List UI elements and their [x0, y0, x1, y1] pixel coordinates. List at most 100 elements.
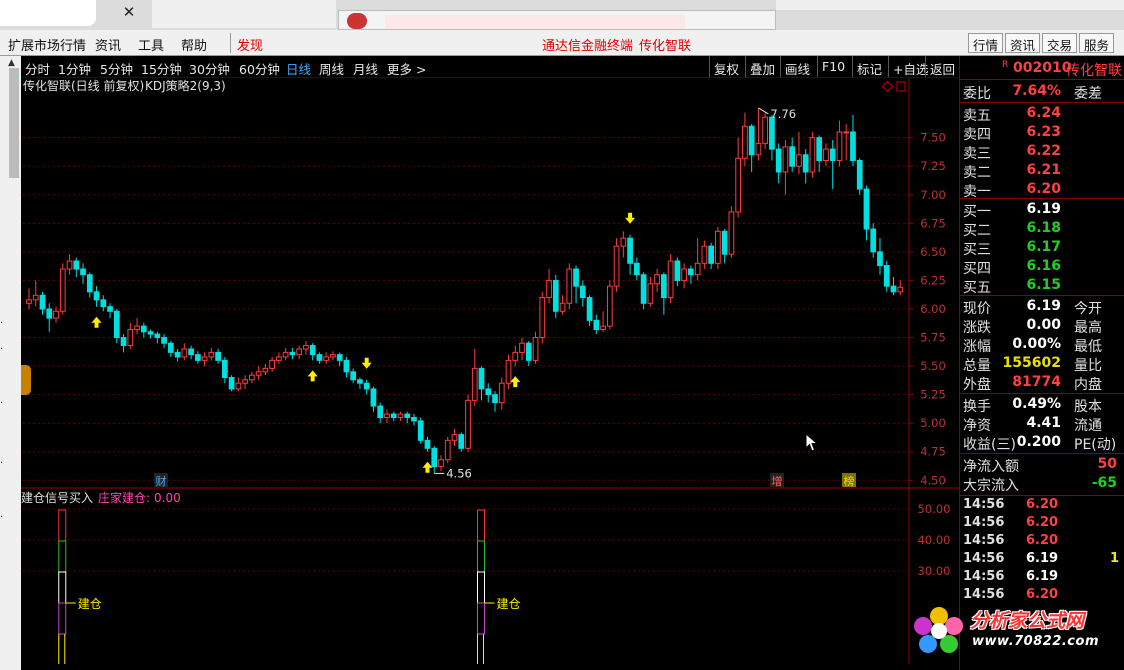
stat-label: 涨幅	[963, 339, 991, 355]
candle-body	[519, 342, 525, 353]
chart-tool-6[interactable]: 返回	[925, 56, 959, 77]
price-tick-label: 4.75	[920, 445, 946, 459]
stat2-row: 换手 0.49% 股本	[960, 395, 1124, 415]
candle-body	[444, 439, 451, 461]
chart-tool-2[interactable]: 画线	[780, 56, 814, 77]
stat2-label: 换手	[963, 399, 991, 415]
candle-body	[721, 230, 728, 255]
weibi-value: 7.64%	[1012, 83, 1061, 99]
candle-body	[492, 394, 498, 404]
trade-button[interactable]: 交易	[1042, 33, 1078, 53]
news-button[interactable]: 资讯	[1005, 33, 1041, 53]
menu-tools[interactable]: 工具	[138, 35, 164, 54]
candle-body	[728, 211, 735, 255]
stat-right-label: 最低	[1074, 339, 1102, 355]
active-tab[interactable]	[0, 0, 96, 26]
sub-tick-label: 40.00	[918, 533, 951, 547]
price-tick-label: 7.25	[920, 159, 946, 173]
candle-body	[350, 371, 357, 381]
candle-body	[735, 157, 742, 213]
candle-body	[194, 354, 201, 361]
ask-price: 6.24	[1026, 105, 1061, 121]
candle-body	[26, 299, 32, 304]
price-tick-label: 6.25	[920, 273, 946, 287]
scroll-up-icon[interactable]: ▲	[8, 58, 15, 68]
period-8[interactable]: 月线	[353, 59, 378, 78]
tick-time: 14:56	[963, 515, 1005, 530]
candle-body	[640, 274, 647, 304]
candle-body	[73, 260, 80, 270]
kline-chart[interactable]: 建仓 建仓 7.50 7.25 7.00 6.75 6.50 6.25 6.00 5.75 5.5…	[21, 78, 959, 664]
candle-body	[532, 337, 539, 361]
signal-label: 建仓	[497, 597, 521, 611]
candle-body	[579, 285, 586, 299]
candle-body	[606, 285, 613, 327]
ask-label: 卖五	[963, 108, 991, 124]
panel-divider	[960, 295, 1124, 296]
period-1[interactable]: 1分钟	[58, 59, 91, 78]
sub-value-label: 庄家建仓:	[98, 490, 150, 505]
diamond-icon	[881, 80, 894, 93]
high-price-label: 7.76	[770, 107, 796, 121]
signal-bar-green	[477, 540, 486, 573]
chart-tool-1[interactable]: 叠加	[745, 56, 779, 77]
chart-tool-3[interactable]: F10	[817, 56, 849, 77]
candle-body	[620, 237, 627, 247]
candle-body	[161, 337, 167, 344]
menu-divider	[230, 33, 231, 53]
period-6[interactable]: 日线	[286, 59, 311, 78]
stock-name-title: 传化智联	[639, 39, 692, 54]
menu-help[interactable]: 帮助	[181, 35, 207, 54]
period-3[interactable]: 15分钟	[141, 59, 182, 78]
panel-toggle-handle[interactable]	[21, 365, 31, 395]
price-tick-label: 5.00	[920, 416, 946, 430]
candle-body	[701, 245, 708, 264]
close-tab-icon[interactable]: ✕	[118, 3, 140, 21]
buy-arrow-icon	[91, 316, 102, 328]
menu-extended-market[interactable]: 扩展市场行情	[8, 35, 86, 54]
stat2-value: 4.41	[1026, 415, 1061, 431]
candle-body	[249, 374, 255, 381]
candle-body	[796, 154, 802, 167]
signal-bar-white	[477, 571, 486, 604]
signal-label: 建仓	[78, 597, 102, 611]
candle-body	[167, 342, 174, 353]
stat-row: 涨跌 0.00 最高	[960, 316, 1124, 336]
bid-price: 6.18	[1026, 220, 1061, 236]
inactive-tab[interactable]	[152, 0, 336, 28]
candle-body	[836, 131, 843, 162]
candle-body	[505, 359, 512, 384]
candle-body	[397, 413, 404, 418]
candle-body	[471, 367, 478, 401]
app-banner: 通达信金融终端	[542, 39, 634, 54]
candle-body	[242, 379, 248, 384]
candle-body	[850, 131, 856, 162]
quotes-button[interactable]: 行情	[968, 33, 1004, 53]
signal-bar-green	[58, 540, 67, 573]
candle-body	[829, 148, 836, 162]
chart-tool-4[interactable]: 标记	[852, 56, 886, 77]
vertical-scrollbar[interactable]	[9, 68, 19, 178]
candle-body	[384, 413, 390, 418]
buy-arrow-icon	[307, 370, 318, 382]
menu-discover[interactable]: 发现	[237, 35, 263, 54]
stat-row: 总量 155602 量比	[960, 354, 1124, 374]
chart-tool-0[interactable]: 复权	[709, 56, 743, 77]
candle-body	[66, 260, 73, 270]
period-7[interactable]: 周线	[319, 59, 344, 78]
candle-body	[478, 367, 485, 390]
service-button[interactable]: 服务	[1079, 33, 1115, 53]
period-9[interactable]: 更多 >	[387, 59, 426, 78]
ask-price: 6.20	[1026, 181, 1061, 197]
period-2[interactable]: 5分钟	[100, 59, 133, 78]
candle-body	[221, 359, 228, 379]
menu-news[interactable]: 资讯	[95, 35, 121, 54]
period-0[interactable]: 分时	[25, 59, 50, 78]
low-price-label: 4.56	[446, 466, 472, 480]
candle-body	[215, 351, 221, 361]
period-4[interactable]: 30分钟	[189, 59, 230, 78]
tick-row: 14:56 6.20	[960, 497, 1124, 515]
candle-body	[86, 274, 93, 293]
period-5[interactable]: 60分钟	[239, 59, 280, 78]
candle-body	[600, 325, 606, 331]
